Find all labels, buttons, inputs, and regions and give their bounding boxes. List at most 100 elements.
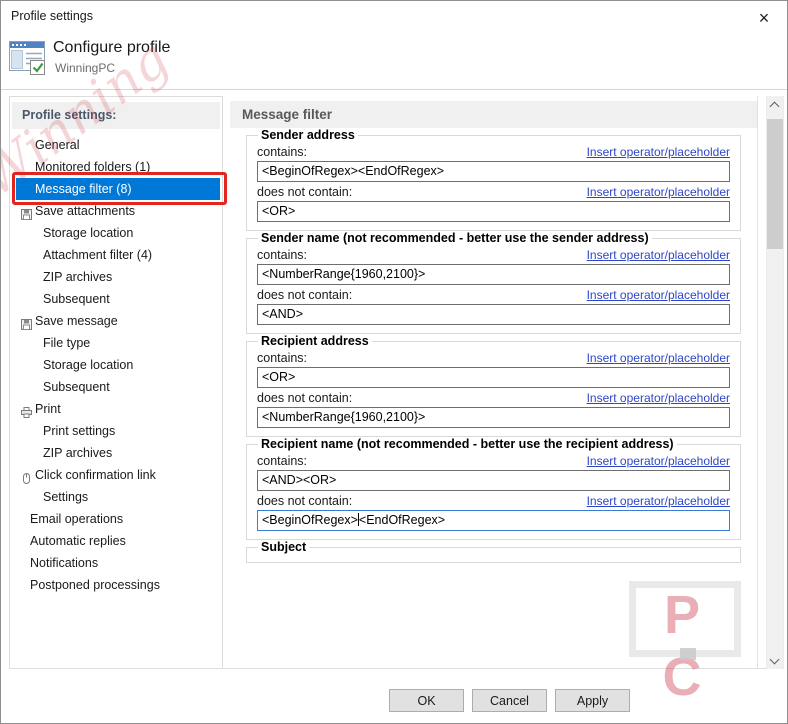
filter-group-title: Recipient name (not recommended - better… (261, 437, 674, 451)
sidebar-item-label: Save message (35, 314, 118, 328)
filter-group-3: Recipient name (not recommended - better… (246, 437, 741, 540)
window-title: Profile settings (11, 9, 93, 23)
save-icon (21, 315, 32, 330)
filter-group-title: Sender name (not recommended - better us… (261, 231, 649, 245)
apply-button[interactable]: Apply (555, 689, 630, 712)
filter-group-title: Recipient address (261, 334, 369, 348)
sidebar-item-label: Storage location (43, 358, 134, 372)
sidebar-item-label: File type (43, 336, 91, 350)
insert-operator-link[interactable]: Insert operator/placeholder (587, 454, 730, 468)
does-not-contain-input[interactable]: <AND> (257, 304, 730, 325)
insert-operator-link[interactable]: Insert operator/placeholder (587, 145, 730, 159)
sidebar-item-label: ZIP archives (43, 446, 113, 460)
sidebar-item-subsequent[interactable]: Subsequent (10, 376, 222, 398)
scroll-down-icon[interactable] (767, 652, 783, 669)
sidebar-list: General Monitored folders (1) Message filt… (10, 134, 227, 596)
printer-icon (21, 403, 32, 418)
field-label: contains: (257, 454, 308, 468)
filter-group-title: Subject (261, 540, 307, 554)
sidebar-item-postponed-processings[interactable]: Postponed processings (10, 574, 222, 596)
sidebar-item-label: Click confirmation link (35, 468, 156, 482)
sidebar-item-label: Print (35, 402, 61, 416)
sidebar-item-subsequent[interactable]: Subsequent (10, 288, 222, 310)
sidebar-item-general[interactable]: General (10, 134, 222, 156)
sidebar-item-file-type[interactable]: File type (10, 332, 222, 354)
vertical-scrollbar[interactable] (766, 96, 784, 669)
does-not-contain-input[interactable]: <OR> (257, 201, 730, 222)
sidebar-item-label: Message filter (8) (35, 182, 132, 196)
sidebar-item-settings[interactable]: Settings (10, 486, 222, 508)
settings-nav-panel: Profile settings: General Monitored folde… (9, 96, 227, 669)
sidebar-item-label: Monitored folders (1) (35, 160, 151, 174)
save-icon (21, 205, 32, 220)
filter-group-1: Sender name (not recommended - better us… (246, 231, 741, 334)
sidebar-item-notifications[interactable]: Notifications (10, 552, 222, 574)
scroll-up-icon[interactable] (767, 96, 783, 113)
insert-operator-link[interactable]: Insert operator/placeholder (587, 494, 730, 508)
sidebar-item-label: Postponed processings (30, 578, 160, 592)
sidebar-title: Profile settings: (12, 102, 220, 129)
sidebar-item-label: Print settings (43, 424, 116, 438)
field-label: does not contain: (257, 494, 353, 508)
contains-input[interactable]: <OR> (257, 367, 730, 388)
sidebar-item-label: Settings (43, 490, 89, 504)
field-label: does not contain: (257, 288, 353, 302)
content-viewport: Message filter Sender address contains: In… (230, 96, 757, 666)
sidebar-item-save-attachments[interactable]: Save attachments (10, 200, 222, 222)
profile-settings-dialog: Profile settings × Configure profile Win… (0, 0, 788, 724)
sidebar-item-zip-archives[interactable]: ZIP archives (10, 266, 222, 288)
insert-operator-link[interactable]: Insert operator/placeholder (587, 288, 730, 302)
insert-operator-link[interactable]: Insert operator/placeholder (587, 391, 730, 405)
cancel-button[interactable]: Cancel (472, 689, 547, 712)
sidebar-item-label: Save attachments (35, 204, 136, 218)
mouse-icon (21, 469, 32, 484)
sidebar-item-storage-location[interactable]: Storage location (10, 222, 222, 244)
sidebar-item-attachment-filter-4[interactable]: Attachment filter (4) (10, 244, 222, 266)
sidebar-item-print[interactable]: Print (10, 398, 222, 420)
contains-input[interactable]: <AND><OR> (257, 470, 730, 491)
sidebar-item-label: Subsequent (43, 380, 110, 394)
does-not-contain-input[interactable]: <NumberRange{1960,2100}> (257, 407, 730, 428)
content-bottom-divider (9, 668, 784, 669)
sidebar-item-print-settings[interactable]: Print settings (10, 420, 222, 442)
field-label: does not contain: (257, 391, 353, 405)
sidebar-item-label: Email operations (30, 512, 124, 526)
field-label: does not contain: (257, 185, 353, 199)
does-not-contain-input[interactable]: <BeginOfRegex><EndOfRegex> (257, 510, 730, 531)
header-divider (1, 89, 787, 90)
sidebar-item-monitored-folders-1[interactable]: Monitored folders (1) (10, 156, 222, 178)
page-title: Configure profile (53, 39, 171, 56)
sidebar-item-label: Storage location (43, 226, 134, 240)
sidebar-item-label: ZIP archives (43, 270, 113, 284)
filter-group-title: Sender address (261, 128, 355, 142)
scrollbar-thumb[interactable] (767, 119, 783, 249)
sidebar-item-automatic-replies[interactable]: Automatic replies (10, 530, 222, 552)
content-panel: Message filter Sender address contains: In… (230, 96, 758, 669)
insert-operator-link[interactable]: Insert operator/placeholder (587, 351, 730, 365)
sidebar-item-storage-location[interactable]: Storage location (10, 354, 222, 376)
filter-group-4: Subject (246, 540, 741, 563)
sidebar-item-zip-archives[interactable]: ZIP archives (10, 442, 222, 464)
field-label: contains: (257, 248, 308, 262)
ok-button[interactable]: OK (389, 689, 464, 712)
configure-profile-icon (9, 41, 47, 82)
insert-operator-link[interactable]: Insert operator/placeholder (587, 185, 730, 199)
sidebar-item-label: General (35, 138, 80, 152)
sidebar-item-click-confirmation-link[interactable]: Click confirmation link (10, 464, 222, 486)
section-title: Message filter (230, 101, 757, 128)
sidebar-item-save-message[interactable]: Save message (10, 310, 222, 332)
dialog-buttons: OK Cancel Apply (389, 689, 630, 712)
filter-group-0: Sender address contains: Insert operator/p… (246, 128, 741, 231)
sidebar-item-label: Automatic replies (30, 534, 126, 548)
contains-input[interactable]: <NumberRange{1960,2100}> (257, 264, 730, 285)
contains-input[interactable]: <BeginOfRegex><EndOfRegex> (257, 161, 730, 182)
sidebar-item-label: Notifications (30, 556, 99, 570)
profile-name: WinningPC (55, 61, 116, 75)
sidebar-item-message-filter-8[interactable]: Message filter (8) (12, 172, 227, 205)
sidebar-item-email-operations[interactable]: Email operations (10, 508, 222, 530)
filter-group-2: Recipient address contains: Insert operato… (246, 334, 741, 437)
sidebar-item-label: Subsequent (43, 292, 110, 306)
insert-operator-link[interactable]: Insert operator/placeholder (587, 248, 730, 262)
close-icon[interactable]: × (752, 6, 776, 30)
field-label: contains: (257, 351, 308, 365)
